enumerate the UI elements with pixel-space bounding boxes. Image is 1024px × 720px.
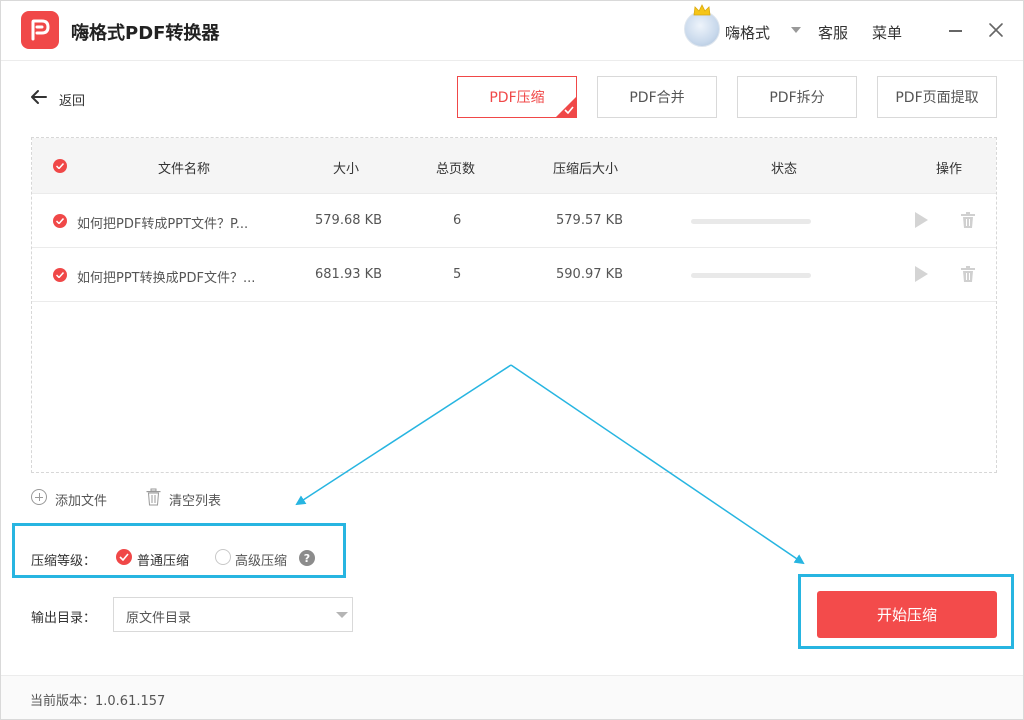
- trash-icon[interactable]: [146, 488, 161, 506]
- file-table: 文件名称 大小 总页数 压缩后大小 状态 操作 如何把PDF转成PPT文件？P.…: [31, 137, 997, 473]
- file-name: 如何把PPT转换成PDF文件？...: [77, 271, 256, 286]
- tab-pdf-split[interactable]: PDF拆分: [737, 76, 857, 118]
- chevron-down-icon: [336, 612, 348, 618]
- select-all-checkbox[interactable]: [53, 159, 67, 173]
- back-button[interactable]: 返回: [59, 90, 85, 109]
- row-checkbox[interactable]: [53, 214, 67, 228]
- table-row[interactable]: 如何把PPT转换成PDF文件？... 681.93 KB 5 590.97 KB: [32, 248, 996, 302]
- column-header-name: 文件名称: [158, 162, 211, 177]
- trash-icon[interactable]: [960, 265, 976, 283]
- file-size: 681.93 KB: [315, 267, 383, 282]
- tab-label: PDF拆分: [769, 90, 825, 106]
- app-logo-icon: [21, 11, 59, 49]
- tab-pdf-page-extract[interactable]: PDF页面提取: [877, 76, 997, 118]
- output-directory-value: 原文件目录: [126, 611, 192, 626]
- title-bar: 嗨格式PDF转换器 嗨格式 客服 菜单: [1, 1, 1023, 61]
- tab-label: PDF页面提取: [895, 90, 979, 106]
- page-count: 6: [453, 213, 462, 228]
- status-progress-bar: [691, 273, 811, 278]
- tab-label: PDF合并: [629, 90, 685, 106]
- version-text: 当前版本：1.0.61.157: [30, 694, 166, 709]
- chevron-down-icon[interactable]: [791, 27, 801, 33]
- row-checkbox[interactable]: [53, 268, 67, 282]
- menu-link[interactable]: 菜单: [872, 22, 902, 43]
- footer: 当前版本：1.0.61.157: [1, 675, 1023, 719]
- avatar[interactable]: [684, 11, 720, 47]
- compressed-size: 579.57 KB: [556, 213, 624, 228]
- username[interactable]: 嗨格式: [725, 22, 770, 43]
- column-header-actions: 操作: [936, 162, 963, 177]
- normal-compression-radio[interactable]: [116, 549, 132, 565]
- column-header-size: 大小: [333, 162, 360, 177]
- column-header-compressed-size: 压缩后大小: [553, 162, 619, 177]
- normal-compression-label[interactable]: 普通压缩: [137, 550, 189, 569]
- status-progress-bar: [691, 219, 811, 224]
- clear-list-button[interactable]: 清空列表: [169, 490, 221, 509]
- page-count: 5: [453, 267, 462, 282]
- table-row[interactable]: 如何把PDF转成PPT文件？P... 579.68 KB 6 579.57 KB: [32, 194, 996, 248]
- column-header-status: 状态: [771, 162, 798, 177]
- customer-service-link[interactable]: 客服: [818, 22, 848, 43]
- app-title: 嗨格式PDF转换器: [71, 23, 220, 44]
- close-icon[interactable]: [987, 21, 1005, 39]
- compressed-size: 590.97 KB: [556, 267, 624, 282]
- app-window: 嗨格式PDF转换器 嗨格式 客服 菜单 返回 PDF压缩 PDF合并 PDF拆分…: [0, 0, 1024, 720]
- tab-label: PDF压缩: [489, 90, 545, 106]
- advanced-compression-label[interactable]: 高级压缩: [235, 550, 287, 569]
- table-header: 文件名称 大小 总页数 压缩后大小 状态 操作: [32, 138, 996, 194]
- check-icon: [564, 106, 574, 114]
- output-directory-select[interactable]: 原文件目录: [113, 597, 353, 632]
- crown-icon: [693, 4, 711, 16]
- trash-icon[interactable]: [960, 211, 976, 229]
- file-name: 如何把PDF转成PPT文件？P...: [77, 217, 249, 232]
- output-directory-label: 输出目录：: [31, 611, 97, 626]
- compression-level-label: 压缩等级：: [31, 554, 97, 569]
- add-file-button[interactable]: 添加文件: [55, 490, 107, 509]
- help-icon[interactable]: ?: [299, 550, 315, 566]
- minimize-icon[interactable]: [949, 30, 962, 32]
- file-size: 579.68 KB: [315, 213, 383, 228]
- back-arrow-icon[interactable]: [29, 87, 49, 107]
- tab-pdf-merge[interactable]: PDF合并: [597, 76, 717, 118]
- start-compress-button[interactable]: 开始压缩: [817, 591, 997, 638]
- column-header-pages: 总页数: [436, 162, 476, 177]
- advanced-compression-radio[interactable]: [215, 549, 231, 565]
- play-icon[interactable]: [915, 212, 928, 228]
- add-file-icon[interactable]: [31, 489, 47, 505]
- tab-pdf-compress[interactable]: PDF压缩: [457, 76, 577, 118]
- play-icon[interactable]: [915, 266, 928, 282]
